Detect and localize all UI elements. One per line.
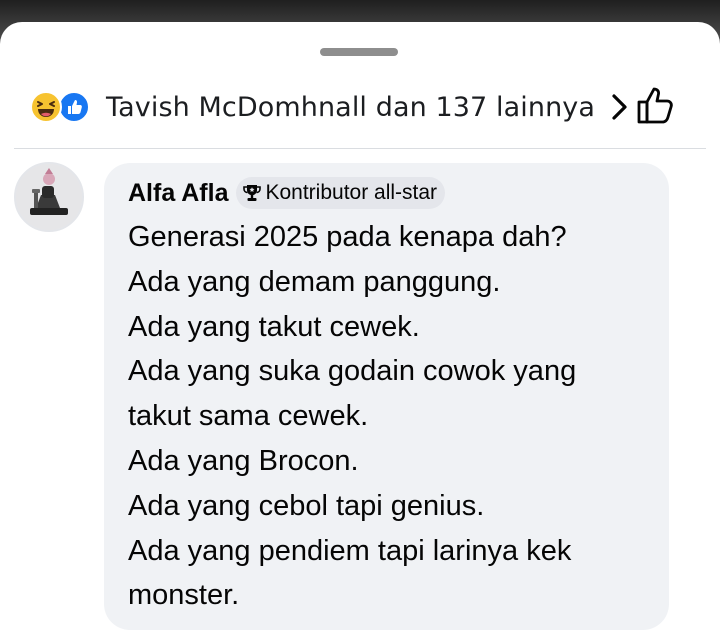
reaction-names-text[interactable]: Tavish McDomhnall dan 137 lainnya <box>106 92 595 123</box>
like-icon <box>58 91 90 123</box>
reactions-summary-row[interactable]: Tavish McDomhnall dan 137 lainnya <box>30 82 690 132</box>
trophy-icon <box>243 185 262 201</box>
comment-line: Ada yang demam panggung. <box>128 265 501 298</box>
comment-line: takut sama cewek. <box>128 400 369 433</box>
comment-line: Ada yang cebol tapi genius. <box>128 489 485 522</box>
contributor-badge[interactable]: Kontributor all-star <box>236 177 446 209</box>
comment-line: Ada yang suka godain cowok yang <box>128 355 577 388</box>
reaction-icons <box>30 89 94 125</box>
chevron-right-icon[interactable] <box>609 92 631 122</box>
comment-line: Ada yang pendiem tapi larinya kek <box>128 534 572 567</box>
divider <box>14 148 706 149</box>
comment-header: Alfa Afla Kontributor all-star <box>128 175 446 211</box>
comment-line: Ada yang takut cewek. <box>128 310 420 343</box>
avatar[interactable] <box>14 162 84 232</box>
badge-label: Kontributor all-star <box>265 181 438 204</box>
comment-author[interactable]: Alfa Afla <box>128 179 228 208</box>
comment-line: Ada yang Brocon. <box>128 444 359 477</box>
comment-line: monster. <box>128 579 240 612</box>
comment-bubble[interactable]: Alfa Afla Kontributor all-star Generasi … <box>104 163 669 630</box>
thumbs-up-icon[interactable] <box>634 82 680 128</box>
avatar-figure-icon <box>16 164 82 230</box>
comment-line: Generasi 2025 pada kenapa dah? <box>128 221 567 253</box>
comment-text: Generasi 2025 pada kenapa dah? Ada yang … <box>128 215 658 618</box>
comments-bottom-sheet: Tavish McDomhnall dan 137 lainnya Alfa A… <box>0 22 720 642</box>
drag-handle[interactable] <box>320 48 398 56</box>
haha-icon <box>30 91 62 123</box>
